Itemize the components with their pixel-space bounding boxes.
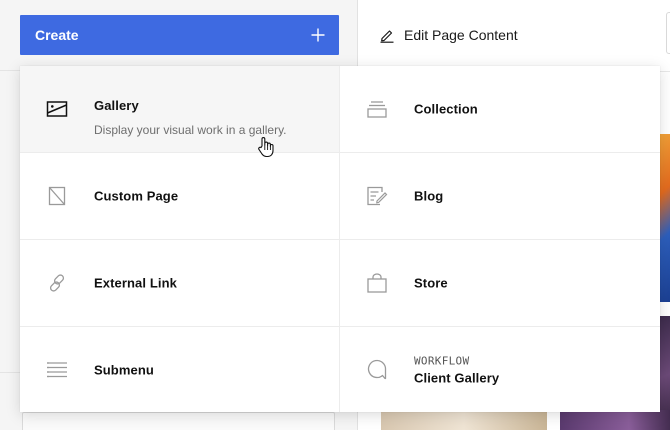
create-button[interactable]: Create [20,15,339,55]
menu-item-label: Store [414,275,448,291]
edit-page-content-label: Edit Page Content [404,27,518,43]
menu-item-submenu[interactable]: Submenu [20,327,340,412]
menu-item-gallery[interactable]: Gallery Display your visual work in a ga… [20,66,340,153]
blog-edit-icon [366,185,388,207]
menu-item-text: Collection [414,102,478,117]
menu-item-external-link[interactable]: External Link [20,240,340,327]
menu-item-label: Blog [414,188,444,204]
menu-item-text: Gallery Display your visual work in a ga… [94,98,287,137]
panel-bottom-field[interactable] [22,412,335,430]
menu-item-text: WORKFLOW Client Gallery [414,354,499,385]
create-button-label: Create [35,27,79,43]
menu-item-blog[interactable]: Blog [340,153,660,240]
menu-item-client-gallery[interactable]: WORKFLOW Client Gallery [340,327,660,412]
menu-item-text: External Link [94,276,177,291]
pencil-icon [380,30,394,43]
collection-stack-icon [366,98,388,120]
plus-icon [311,28,325,42]
gallery-thumbnail[interactable] [560,410,670,430]
header-control-box[interactable] [666,12,670,54]
menu-item-text: Custom Page [94,189,178,204]
preview-header: Edit Page Content [359,0,670,72]
menu-item-text: Submenu [94,362,154,377]
menu-item-text: Store [414,276,448,291]
menu-item-description: Display your visual work in a gallery. [94,123,287,137]
list-lines-icon [46,359,68,381]
menu-item-label: Client Gallery [414,370,500,385]
gallery-image-icon [46,98,68,120]
edit-page-content-button[interactable]: Edit Page Content [379,27,518,43]
menu-item-store[interactable]: Store [340,240,660,327]
menu-item-custom-page[interactable]: Custom Page [20,153,340,240]
gallery-thumbnail[interactable] [381,410,547,430]
menu-item-text: Blog [414,189,443,204]
menu-item-label: Submenu [94,362,154,377]
custom-page-icon [46,185,68,207]
shopping-bag-icon [366,272,388,294]
speech-bubble-icon [366,359,388,381]
menu-item-label: Collection [414,101,478,117]
create-menu: Gallery Display your visual work in a ga… [20,66,660,412]
link-icon [46,272,68,294]
menu-item-eyebrow: WORKFLOW [414,354,470,367]
menu-item-collection[interactable]: Collection [340,66,660,153]
menu-item-label: Gallery [94,98,139,113]
menu-item-label: Custom Page [94,188,179,204]
menu-item-label: External Link [94,275,177,291]
